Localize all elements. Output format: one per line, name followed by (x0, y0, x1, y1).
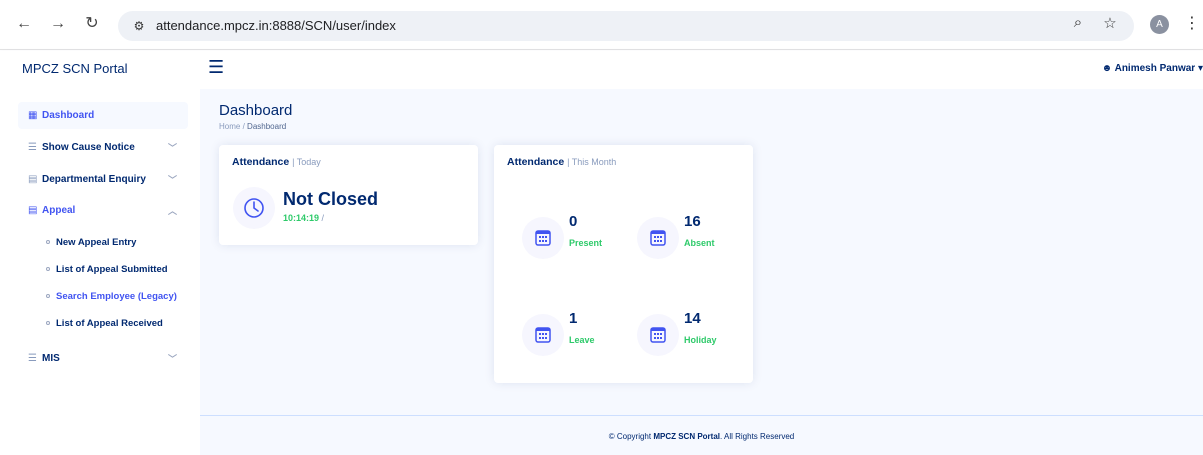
user-icon: ☻ (1101, 63, 1113, 74)
chevron-down-icon: ﹀ (168, 354, 178, 364)
sidebar-item-label: Show Cause Notice (42, 142, 135, 153)
sidebar-item-label: Dashboard (42, 110, 95, 121)
user-name: Animesh Panwar (1114, 63, 1196, 74)
card-title-text: Attendance (507, 156, 565, 168)
grid-icon: ▦ (28, 110, 38, 121)
stat-label: Present (569, 238, 603, 248)
sidebar-subitem-label: New Appeal Entry (56, 237, 137, 248)
bookmark-star-icon[interactable]: ☆ (1100, 14, 1120, 32)
zoom-icon[interactable]: ⌕ (1068, 14, 1088, 31)
sidebar-item-departmental-enquiry[interactable]: ▤ Departmental Enquiry ﹀ (18, 166, 188, 193)
stat-holiday: 14 Holiday (637, 310, 747, 360)
copyright-text: © Copyright MPCZ SCN Portal. All Rights … (200, 432, 1203, 441)
sidebar-item-label: MIS (42, 353, 60, 364)
menu-icon: ☰ (28, 353, 37, 364)
document-icon: ▤ (28, 174, 38, 185)
sidebar-toggle-icon[interactable]: ☰ (208, 57, 224, 78)
stat-value: 16 (684, 213, 701, 230)
address-bar[interactable]: ⚙ attendance.mpcz.in:8888/SCN/user/index (118, 11, 1134, 41)
sidebar-item-label: Departmental Enquiry (42, 174, 146, 185)
sidebar: ▦ Dashboard ☰ Show Cause Notice ﹀ ▤ Depa… (0, 89, 200, 455)
brand-logo[interactable]: MPCZ SCN Portal (22, 61, 127, 76)
chevron-down-icon: ﹀ (168, 175, 178, 185)
calendar-icon (522, 314, 564, 356)
attendance-month-card: Attendance | This Month 0 Present 16 Abs… (494, 145, 753, 383)
footer: © Copyright MPCZ SCN Portal. All Rights … (200, 415, 1203, 455)
stat-value: 0 (569, 213, 578, 230)
sidebar-subitem-label: List of Appeal Received (56, 318, 163, 329)
browser-toolbar: ← → ↻ ⚙ attendance.mpcz.in:8888/SCN/user… (0, 0, 1203, 50)
attendance-time: 10:14:19 (283, 213, 320, 223)
card-period: | Today (292, 157, 321, 167)
page-title: Dashboard (219, 102, 293, 119)
copyright-prefix: © Copyright (608, 432, 652, 441)
clock-icon (233, 187, 275, 229)
copyright-suffix: . All Rights Reserved (720, 432, 795, 441)
copyright-brand: MPCZ SCN Portal (653, 432, 720, 441)
url-text[interactable]: attendance.mpcz.in:8888/SCN/user/index (156, 18, 396, 33)
stat-value: 1 (569, 310, 578, 327)
bullet-icon (46, 267, 50, 272)
calendar-icon (637, 217, 679, 259)
calendar-icon (522, 217, 564, 259)
attendance-time-row: 10:14:19 / (283, 213, 324, 223)
chevron-up-icon: ︿ (168, 206, 178, 216)
forward-icon[interactable]: → (48, 14, 68, 34)
stat-label: Holiday (684, 335, 717, 345)
sidebar-item-label: Appeal (42, 205, 76, 216)
attendance-today-card: Attendance | Today Not Closed 10:14:19 / (219, 145, 478, 245)
chevron-down-icon: ▾ (1197, 63, 1203, 74)
app-header: MPCZ SCN Portal ☰ ☻ Animesh Panwar ▾ (0, 51, 1203, 89)
site-info-icon[interactable]: ⚙ (130, 17, 148, 35)
sidebar-subitem-label: List of Appeal Submitted (56, 264, 168, 275)
time-separator: / (321, 213, 325, 223)
card-title-text: Attendance (232, 156, 290, 168)
breadcrumb: Home / Dashboard (219, 122, 286, 131)
stat-absent: 16 Absent (637, 213, 747, 263)
breadcrumb-home[interactable]: Home (219, 122, 240, 131)
stat-leave: 1 Leave (522, 310, 632, 360)
stat-present: 0 Present (522, 213, 632, 263)
bullet-icon (46, 294, 50, 299)
reload-icon[interactable]: ↻ (82, 14, 102, 34)
sidebar-subitem-new-appeal-entry[interactable]: New Appeal Entry (46, 237, 136, 248)
sidebar-item-dashboard[interactable]: ▦ Dashboard (18, 102, 188, 129)
sidebar-item-mis[interactable]: ☰ MIS ﹀ (18, 345, 188, 372)
sidebar-item-show-cause-notice[interactable]: ☰ Show Cause Notice ﹀ (18, 134, 188, 161)
sidebar-subitem-label: Search Employee (Legacy) (56, 291, 177, 302)
card-title: Attendance | Today (232, 156, 321, 168)
sidebar-item-appeal[interactable]: ▤ Appeal ︿ (18, 197, 188, 224)
attendance-status: Not Closed (283, 189, 379, 209)
card-title: Attendance | This Month (507, 156, 616, 168)
breadcrumb-separator: / (242, 122, 245, 131)
chevron-down-icon: ﹀ (168, 143, 178, 153)
stat-label: Leave (569, 335, 595, 345)
bullet-icon (46, 240, 50, 245)
menu-icon: ☰ (28, 142, 37, 153)
profile-avatar[interactable]: A (1150, 15, 1169, 34)
bullet-icon (46, 321, 50, 326)
back-icon[interactable]: ← (14, 14, 34, 34)
sidebar-subitem-search-employee-legacy[interactable]: Search Employee (Legacy) (46, 291, 177, 302)
card-period: | This Month (567, 157, 617, 167)
stat-label: Absent (684, 238, 715, 248)
sidebar-subitem-list-of-appeal-received[interactable]: List of Appeal Received (46, 318, 163, 329)
calendar-icon (637, 314, 679, 356)
sidebar-subitem-list-of-appeal-submitted[interactable]: List of Appeal Submitted (46, 264, 168, 275)
document-icon: ▤ (28, 205, 38, 216)
main-content: Dashboard Home / Dashboard Attendance | … (200, 89, 1203, 455)
user-menu[interactable]: ☻ Animesh Panwar ▾ (1102, 63, 1203, 74)
browser-menu-icon[interactable]: ⋮ (1184, 13, 1200, 33)
breadcrumb-current: Dashboard (247, 122, 287, 131)
stat-value: 14 (684, 310, 701, 327)
